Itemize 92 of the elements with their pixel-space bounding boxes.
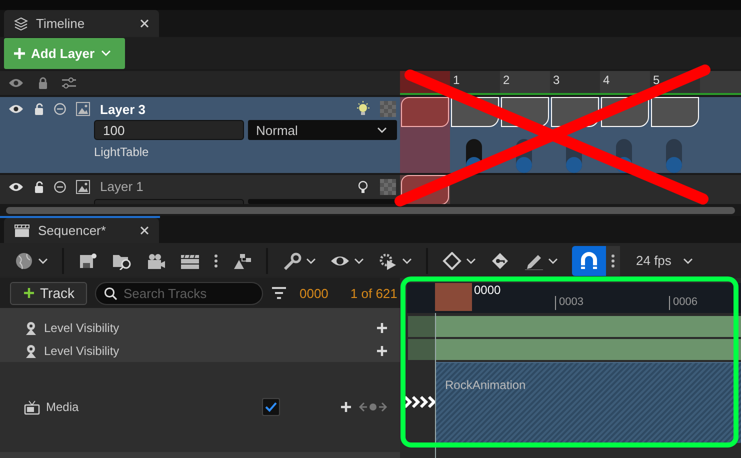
add-key-icon (376, 344, 388, 356)
sequencer-tab[interactable]: Sequencer* (4, 218, 159, 243)
lit-lightbulb-icon[interactable] (356, 101, 370, 117)
toggle-knob[interactable] (666, 139, 682, 173)
checkmark-icon (265, 402, 277, 412)
layer-name: Layer 3 (100, 102, 147, 116)
track-name: Media (46, 400, 80, 414)
plus-icon (23, 287, 35, 299)
level-visibility-icon (24, 344, 38, 358)
caret-icon (100, 50, 111, 56)
snap-magnet-button[interactable] (572, 246, 606, 276)
layers-icon (14, 16, 28, 30)
frame-number[interactable]: 3 (550, 71, 600, 93)
minus-circle-icon[interactable] (54, 103, 66, 115)
checkerboard-icon (380, 178, 396, 194)
caret-icon (548, 258, 558, 264)
padlock-icon[interactable] (38, 77, 48, 89)
plus-icon (14, 48, 25, 58)
frame-cell[interactable] (401, 97, 449, 127)
layer-row[interactable]: Layer 3 100 Normal LightTable (0, 95, 400, 173)
frame-number[interactable]: 1 (450, 71, 500, 93)
track-row[interactable]: Level Visibility (0, 339, 400, 362)
close-icon[interactable] (140, 226, 149, 235)
media-clip[interactable]: RockAnimation (435, 362, 741, 443)
ruler-tick-label: 0006 (669, 296, 698, 310)
frame-header-cell[interactable] (700, 71, 741, 93)
caret-icon (38, 258, 48, 264)
lightbulb-icon[interactable] (356, 178, 370, 194)
caret-icon (354, 258, 364, 264)
add-track-button[interactable]: Track (10, 282, 88, 304)
caret-icon (683, 258, 694, 264)
magnet-icon (580, 252, 598, 270)
blend-mode-dropdown[interactable]: Normal (248, 120, 397, 140)
minus-circle-icon[interactable] (54, 180, 66, 192)
track-row[interactable]: Level Visibility (0, 316, 400, 339)
playhead-time: 0000 (474, 283, 501, 297)
diamond-icon[interactable] (442, 252, 462, 270)
track-name: Level Visibility (44, 320, 120, 334)
tab-title: Sequencer* (38, 223, 107, 238)
key-diamond-icon[interactable] (490, 252, 510, 270)
level-visibility-icon (24, 320, 38, 334)
current-frame[interactable]: 0000 (299, 286, 328, 300)
more-options-icon[interactable] (214, 254, 218, 268)
caret-icon (306, 258, 316, 264)
search-icon (104, 286, 118, 300)
frame-number[interactable]: 4 (600, 71, 650, 93)
unlocked-padlock-icon[interactable] (34, 103, 44, 115)
caret-icon (402, 258, 412, 264)
track-name: Level Visibility (44, 344, 120, 358)
track-row[interactable] (0, 308, 400, 316)
timeline-tab[interactable]: Timeline (4, 10, 159, 37)
ruler-tick-label: 0003 (555, 296, 584, 310)
track-checkbox[interactable] (262, 398, 280, 416)
image-icon (76, 180, 90, 194)
clapperboard-icon (14, 224, 30, 238)
search-field[interactable]: Search Tracks (95, 282, 264, 304)
add-key-icon (340, 401, 352, 413)
eye-icon[interactable] (8, 180, 24, 192)
layer-row[interactable]: Layer 1 (0, 173, 400, 204)
opacity-field[interactable]: 100 (94, 120, 244, 140)
image-icon (76, 102, 90, 116)
frame-rate-dropdown[interactable]: 24 fps (636, 253, 694, 268)
frame-count: 1 of 621 (350, 286, 398, 300)
camera-icon[interactable] (146, 252, 166, 270)
television-icon (24, 400, 40, 414)
caret-icon (466, 258, 476, 264)
clip-name: RockAnimation (445, 378, 526, 392)
hierarchy-icon[interactable] (232, 252, 252, 270)
tab-title: Timeline (36, 16, 86, 31)
playhead-marker[interactable] (435, 283, 472, 311)
eye-icon[interactable] (8, 77, 24, 89)
chevrons-icon (403, 395, 437, 409)
wrench-icon[interactable] (282, 252, 302, 270)
checkerboard-icon (380, 101, 396, 117)
more-options-icon (611, 254, 615, 268)
filter-icon[interactable] (271, 287, 288, 299)
save-icon[interactable] (78, 252, 98, 270)
layer-subtitle: LightTable (93, 144, 150, 159)
unlocked-padlock-icon[interactable] (34, 180, 44, 192)
frame-number[interactable]: 2 (500, 71, 550, 93)
caret-icon (377, 127, 387, 133)
opacity-field[interactable] (94, 199, 244, 204)
snap-options-button[interactable] (606, 246, 620, 276)
add-key-icon (376, 322, 388, 334)
globe-icon[interactable] (14, 252, 34, 270)
horizontal-scrollbar[interactable] (6, 207, 735, 214)
eye-icon[interactable] (8, 103, 24, 115)
close-icon[interactable] (140, 19, 149, 28)
gear-play-icon[interactable] (378, 252, 398, 270)
key-navigation-icon[interactable] (358, 402, 388, 412)
layer-name: Layer 1 (100, 179, 144, 194)
sliders-icon[interactable] (62, 77, 76, 89)
